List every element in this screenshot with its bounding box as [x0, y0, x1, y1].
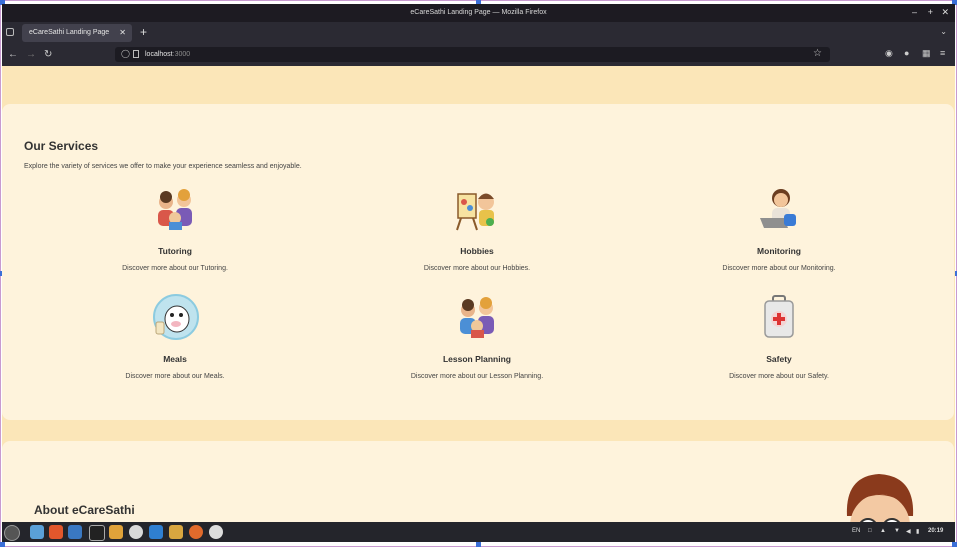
minimize-button[interactable]: ‒ [912, 7, 917, 17]
chrome-icon[interactable] [129, 525, 143, 539]
service-lesson-planning[interactable]: Lesson Planning Discover more about our … [367, 292, 587, 380]
page-info-icon[interactable] [133, 50, 139, 58]
firefox-icon[interactable] [189, 525, 203, 539]
service-name: Lesson Planning [442, 354, 511, 364]
battery-icon[interactable]: ▮ [916, 528, 919, 535]
network-icon[interactable]: ▲ [880, 528, 886, 534]
menu-icon[interactable]: ≡ [940, 48, 945, 58]
tab-ecaresathi[interactable]: eCareSathi Landing Page ✕ [22, 24, 132, 42]
service-desc: Discover more about our Hobbies. [423, 265, 531, 272]
brave-browser-icon[interactable] [49, 525, 63, 539]
new-tab-button[interactable]: + [140, 25, 147, 39]
close-window-button[interactable]: ✕ [941, 7, 949, 18]
resize-handle[interactable] [476, 542, 481, 547]
wifi-icon[interactable]: ▼ [894, 528, 900, 534]
first-aid-kit-icon [764, 295, 794, 338]
bookmark-star-icon[interactable]: ☆ [813, 48, 822, 59]
service-desc: Discover more about our Lesson Planning. [410, 373, 544, 380]
terminal-icon[interactable] [89, 525, 105, 541]
tracking-shield-icon[interactable]: ◯ [121, 49, 130, 58]
service-desc: Discover more about our Meals. [125, 373, 225, 380]
service-desc: Discover more about our Monitoring. [722, 265, 836, 272]
volume-icon[interactable]: ◀ [906, 528, 911, 535]
service-name: Hobbies [460, 246, 494, 256]
lesson-planning-icon [460, 297, 494, 338]
service-tutoring[interactable]: Tutoring Discover more about our Tutorin… [65, 184, 285, 272]
services-card: Our Services Explore the variety of serv… [2, 104, 954, 420]
app-icon[interactable] [68, 525, 82, 539]
window-title: eCareSathi Landing Page — Mozilla Firefo… [410, 9, 547, 16]
service-desc: Discover more about our Tutoring. [122, 265, 228, 272]
tab-label: eCareSathi Landing Page [29, 29, 110, 36]
resize-handle[interactable] [0, 542, 5, 547]
extensions-icon[interactable]: ▦ [922, 48, 931, 59]
start-menu-icon[interactable] [4, 525, 20, 541]
maximize-button[interactable]: + [928, 7, 933, 17]
page-viewport[interactable]: Our Services Explore the variety of serv… [2, 66, 955, 522]
tab-close-icon[interactable]: ✕ [119, 28, 126, 37]
service-monitoring[interactable]: Monitoring Discover more about our Monit… [669, 184, 889, 272]
window-titlebar: eCareSathi Landing Page — Mozilla Firefo… [2, 4, 955, 22]
url-text[interactable]: localhost:3000 [145, 51, 190, 58]
service-name: Safety [766, 354, 792, 364]
url-bar[interactable]: ◯ localhost:3000 ☆ [115, 47, 830, 62]
service-name: Meals [163, 354, 187, 364]
navigation-toolbar: ← → ↻ ◯ localhost:3000 ☆ ◉ ● ▦ ≡ [2, 44, 955, 67]
clock[interactable]: 20:19 [928, 528, 943, 534]
monitoring-icon [760, 189, 796, 228]
tab-bar: eCareSathi Landing Page ✕ + ⌄ [2, 22, 955, 44]
service-hobbies[interactable]: Hobbies Discover more about our Hobbies. [367, 184, 587, 272]
app-icon[interactable] [109, 525, 123, 539]
service-name: Tutoring [158, 246, 192, 256]
vscode-icon[interactable] [149, 525, 163, 539]
account-icon[interactable]: ● [904, 48, 909, 58]
mascot-image [846, 474, 914, 522]
firefox-view-icon[interactable] [6, 28, 14, 36]
files-icon[interactable] [30, 525, 44, 539]
back-icon[interactable]: ← [8, 49, 18, 60]
about-title: About eCareSathi [34, 503, 135, 517]
app-icon[interactable] [169, 525, 183, 539]
url-host: localhost [145, 51, 173, 58]
service-name: Monitoring [757, 246, 801, 256]
url-port: :3000 [172, 51, 191, 58]
service-desc: Discover more about our Safety. [729, 373, 829, 380]
forward-icon[interactable]: → [26, 49, 36, 60]
meals-icon [153, 294, 199, 340]
pocket-icon[interactable]: ◉ [885, 48, 893, 59]
reload-icon[interactable]: ↻ [44, 49, 52, 60]
services-title: Our Services [24, 139, 99, 153]
keyboard-layout[interactable]: EN [852, 528, 860, 534]
list-all-tabs-icon[interactable]: ⌄ [940, 27, 947, 36]
clipboard-icon[interactable]: □ [868, 528, 872, 534]
app-icon[interactable] [209, 525, 223, 539]
hobbies-icon [456, 193, 494, 231]
services-subtitle: Explore the variety of services we offer… [24, 163, 302, 170]
service-safety[interactable]: Safety Discover more about our Safety. [669, 292, 889, 380]
about-card: About eCareSathi [2, 441, 954, 522]
tutoring-icon [158, 189, 192, 230]
resize-handle[interactable] [952, 542, 957, 547]
service-meals[interactable]: Meals Discover more about our Meals. [65, 292, 285, 380]
taskbar: EN □ ▲ ▼ ◀ ▮ 20:19 [2, 522, 955, 542]
